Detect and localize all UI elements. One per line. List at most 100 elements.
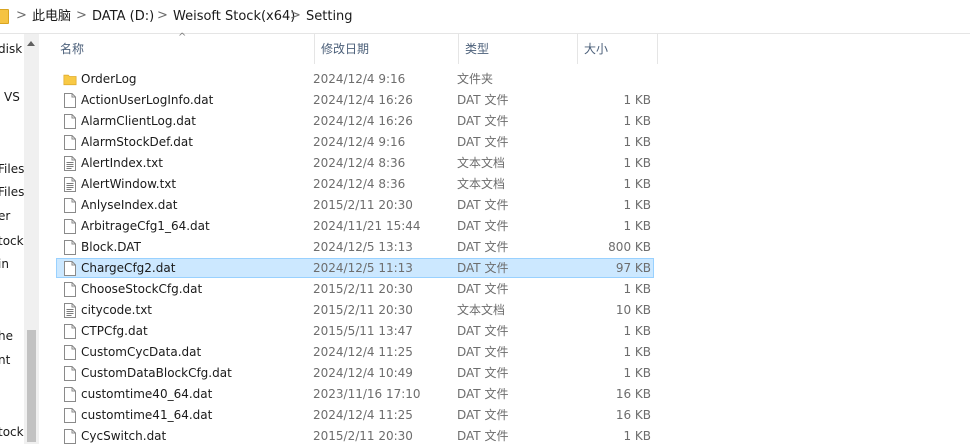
file-row[interactable]: AlertWindow.txt 2024/12/4 8:36 文本文档 1 KB [56, 174, 654, 194]
text-file-icon [64, 177, 76, 192]
file-icon [64, 429, 76, 444]
breadcrumb-weisoft-stock[interactable]: Weisoft Stock(x64) [173, 9, 295, 25]
file-size: 800 KB [608, 240, 651, 254]
file-row[interactable]: AlarmClientLog.dat 2024/12/4 16:26 DAT 文件 1… [56, 111, 654, 131]
file-name: citycode.txt [81, 303, 153, 317]
nav-item[interactable]: tock [0, 233, 24, 249]
file-row[interactable]: ArbitrageCfg1_64.dat 2024/11/21 15:44 DAT … [56, 216, 654, 236]
file-date: 2024/12/4 9:16 [313, 135, 406, 149]
file-row[interactable]: customtime41_64.dat 2024/12/4 11:25 DAT 文件… [56, 405, 654, 425]
file-row[interactable]: citycode.txt 2015/2/11 20:30 文本文档 10 KB [56, 300, 654, 320]
file-row[interactable]: CTPCfg.dat 2015/5/11 13:47 DAT 文件 1 KB [56, 321, 654, 341]
nav-item[interactable]: disk [0, 41, 22, 57]
nav-item[interactable]: Files [0, 184, 24, 200]
file-type: DAT 文件 [457, 282, 509, 296]
file-row[interactable]: CustomDataBlockCfg.dat 2024/12/4 10:49 DAT… [56, 363, 654, 383]
column-header-size[interactable]: 大小 [578, 34, 658, 64]
file-name: CustomDataBlockCfg.dat [81, 366, 232, 380]
folder-icon [0, 9, 9, 24]
file-name: OrderLog [81, 72, 137, 86]
file-date: 2024/12/4 16:26 [313, 93, 413, 107]
nav-item[interactable]: VS [4, 89, 20, 105]
file-type: DAT 文件 [457, 198, 509, 212]
breadcrumb-this-pc[interactable]: 此电脑 [32, 9, 71, 25]
file-list: ^ 名称 修改日期 类型 大小 OrderLog 2024/12/4 9:16 文件… [48, 32, 970, 446]
breadcrumb-data-drive[interactable]: DATA (D:) [92, 9, 154, 25]
nav-item[interactable]: er [0, 208, 10, 224]
file-icon [64, 198, 76, 213]
nav-item[interactable]: nt [0, 352, 10, 368]
file-name: CycSwitch.dat [81, 429, 167, 443]
file-row[interactable]: customtime40_64.dat 2023/11/16 17:10 DAT 文… [56, 384, 654, 404]
file-size: 10 KB [615, 303, 651, 317]
file-type: 文件夹 [457, 72, 494, 86]
file-type: DAT 文件 [457, 408, 509, 422]
file-size: 1 KB [623, 156, 651, 170]
file-name: ChargeCfg2.dat [81, 261, 176, 275]
file-size: 1 KB [623, 324, 651, 338]
file-icon [64, 345, 76, 360]
file-icon [64, 261, 76, 276]
scrollbar-thumb[interactable] [27, 330, 36, 442]
file-type: DAT 文件 [457, 429, 509, 443]
file-icon [64, 282, 76, 297]
address-bar[interactable]: > 此电脑 > DATA (D:) > Weisoft Stock(x64) >… [0, 0, 970, 34]
navigation-scrollbar[interactable] [24, 34, 39, 444]
file-row[interactable]: AnlyseIndex.dat 2015/2/11 20:30 DAT 文件 1 KB [56, 195, 654, 215]
file-size: 16 KB [615, 387, 651, 401]
file-type: 文本文档 [457, 177, 506, 191]
chevron-right-icon[interactable]: > [16, 9, 27, 23]
file-size: 97 KB [615, 261, 651, 275]
file-date: 2024/12/5 11:13 [313, 261, 413, 275]
file-row[interactable]: AlarmStockDef.dat 2024/12/4 9:16 DAT 文件 1 K… [56, 132, 654, 152]
chevron-right-icon[interactable]: > [290, 9, 301, 23]
file-size: 16 KB [615, 408, 651, 422]
file-row[interactable]: OrderLog 2024/12/4 9:16 文件夹 [56, 69, 654, 89]
file-icon [64, 240, 76, 255]
file-date: 2024/12/4 8:36 [313, 156, 406, 170]
file-date: 2015/2/11 20:30 [313, 198, 413, 212]
file-row[interactable]: ActionUserLogInfo.dat 2024/12/4 16:26 DAT … [56, 90, 654, 110]
nav-item[interactable]: Files [0, 161, 24, 177]
nav-item[interactable]: tock [0, 424, 24, 440]
file-date: 2024/12/4 11:25 [313, 345, 413, 359]
file-date: 2024/12/5 13:13 [313, 240, 413, 254]
file-name: ActionUserLogInfo.dat [81, 93, 214, 107]
nav-item[interactable]: he [0, 328, 13, 344]
file-name: CustomCycData.dat [81, 345, 202, 359]
file-type: DAT 文件 [457, 219, 509, 233]
file-date: 2024/12/4 16:26 [313, 114, 413, 128]
file-icon [64, 93, 76, 108]
file-row[interactable]: CycSwitch.dat 2015/2/11 20:30 DAT 文件 1 KB [56, 426, 654, 446]
file-icon [64, 408, 76, 423]
scroll-up-icon[interactable] [27, 41, 35, 46]
file-row[interactable]: AlertIndex.txt 2024/12/4 8:36 文本文档 1 KB [56, 153, 654, 173]
column-header-date[interactable]: 修改日期 [315, 34, 459, 64]
chevron-right-icon[interactable]: > [157, 9, 168, 23]
file-type: DAT 文件 [457, 114, 509, 128]
file-icon [64, 135, 76, 150]
file-row[interactable]: ChooseStockCfg.dat 2015/2/11 20:30 DAT 文件 1… [56, 279, 654, 299]
file-type: DAT 文件 [457, 345, 509, 359]
nav-item[interactable]: in [0, 256, 9, 272]
file-type: DAT 文件 [457, 93, 509, 107]
column-header-name[interactable]: 名称 [54, 34, 315, 64]
text-file-icon [64, 156, 76, 171]
file-name: AlarmClientLog.dat [81, 114, 196, 128]
file-name: ArbitrageCfg1_64.dat [81, 219, 210, 233]
breadcrumb-setting[interactable]: Setting [306, 9, 353, 25]
file-icon [64, 114, 76, 129]
file-type: 文本文档 [457, 303, 506, 317]
file-type: DAT 文件 [457, 240, 509, 254]
file-row[interactable]: CustomCycData.dat 2024/12/4 11:25 DAT 文件 1 … [56, 342, 654, 362]
column-header-type[interactable]: 类型 [459, 34, 578, 64]
file-row[interactable]: ChargeCfg2.dat 2024/12/5 11:13 DAT 文件 97 KB [56, 258, 654, 278]
navigation-pane: disk VS Files Files er tock in he nt toc… [0, 34, 24, 444]
file-row[interactable]: Block.DAT 2024/12/5 13:13 DAT 文件 800 KB [56, 237, 654, 257]
file-icon [64, 387, 76, 402]
file-type: DAT 文件 [457, 366, 509, 380]
column-headers: ^ 名称 修改日期 类型 大小 [48, 32, 970, 64]
file-icon [64, 366, 76, 381]
chevron-right-icon[interactable]: > [76, 9, 87, 23]
file-size: 1 KB [623, 282, 651, 296]
